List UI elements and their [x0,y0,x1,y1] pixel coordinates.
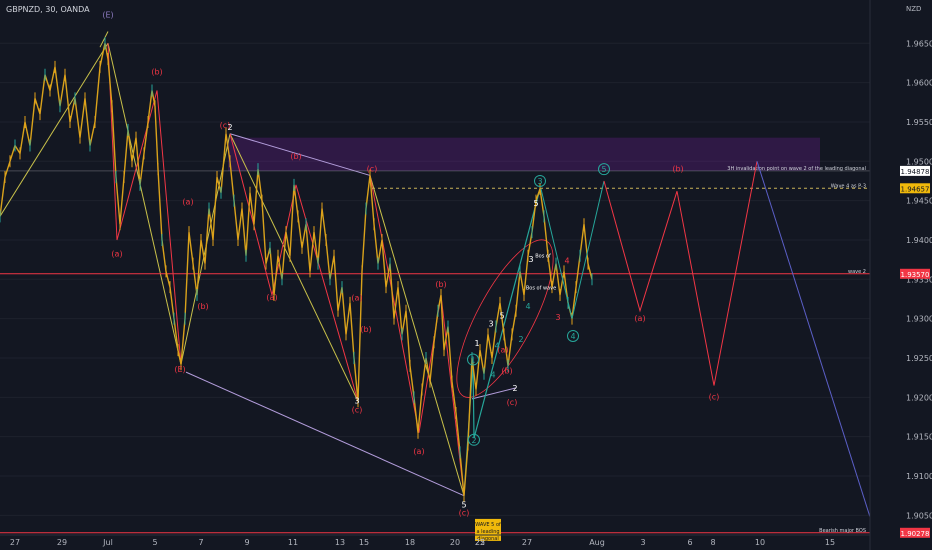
wave-label: 2 [227,123,232,132]
price-tag-label: 1.93570 [901,271,930,279]
wave-label: (c) [507,398,518,407]
horizontal-lines: 3H invalidation point on wave 2 of the l… [0,166,870,534]
wave-label: 4 [525,302,530,311]
x-tick-label: 7 [198,538,203,547]
projection-path [756,161,876,533]
chart-area: 3H invalidation point on wave 2 of the l… [0,0,932,550]
wave-label: 4 [564,257,569,266]
wave-label: (b) [360,325,371,334]
y-tick-label: 1.92000 [906,393,932,402]
horizontal-line-label: 3H invalidation point on wave 2 of the l… [727,166,866,172]
wave-label: 4 [490,371,495,380]
wave-label: (a) [634,314,645,323]
wave-label: (a) [266,293,277,302]
callout-text: a leading [476,529,499,535]
wave-label: 3 [528,255,533,264]
x-tick-label: 15 [825,538,835,547]
y-tick-label: 1.96500 [906,39,932,48]
wave-label: 2 [518,335,523,344]
chart-svg: 3H invalidation point on wave 2 of the l… [0,0,932,550]
x-tick-label: 9 [244,538,249,547]
wave-circle-label: 1 [470,356,475,365]
wave-label: (b) [501,367,512,376]
y-tick-label: 1.91500 [906,433,932,442]
x-tick-label: 3 [640,538,645,547]
wave-circle-label: 5 [601,165,606,174]
x-tick-label: 11 [288,538,298,547]
wave-label: (E) [174,365,185,374]
wave-label: (c) [459,508,470,517]
wave-label: (b) [151,68,162,77]
projection-paths [540,161,876,533]
x-tick-label: 18 [405,538,415,547]
y-tick-label: 1.94000 [906,236,932,245]
x-tick-label: 20 [450,538,460,547]
wave-circle-label: 2 [471,436,476,445]
x-tick-label: 25 [475,538,485,547]
wave-label: 3 [488,320,493,329]
wave-label: (b) [197,302,208,311]
price-tag-label: 1.94878 [901,168,930,176]
x-tick-label: 5 [152,538,157,547]
x-tick-label: 13 [335,538,345,547]
horizontal-line-label: Wave 4 as P-3 [831,183,866,189]
wave-label: (a) [111,249,122,258]
wave-circle-label: 3 [537,177,542,186]
y-tick-label: 1.94500 [906,197,932,206]
wave-label: (b) [672,165,683,174]
wave-label: 2 [512,384,517,393]
wave-label: 1 [474,339,479,348]
wave-circle-label: 4 [570,332,575,341]
wave-label: 3 [354,397,359,406]
wave-label: 5 [533,199,538,208]
y-tick-label: 1.92500 [906,354,932,363]
currency-label: NZD [906,5,921,13]
x-tick-label: 27 [522,538,532,547]
x-tick-label: 10 [755,538,765,547]
wave-label: (c) [367,165,378,174]
structure-line [229,133,359,402]
y-tick-label: 1.95000 [906,157,932,166]
wave-label: (b) [290,152,301,161]
x-tick-label: 29 [57,538,67,547]
text-annotation: Bos of wave [526,286,556,292]
y-tick-label: 1.90500 [906,511,932,520]
x-tick-label: Aug [589,538,605,547]
wave-label: (c) [709,393,720,402]
wave-label: (a) [182,198,193,207]
wave-label: 5 [461,500,466,509]
chart-title: GBPNZD, 30, OANDA [6,5,90,14]
x-tick-label: 6 [687,538,692,547]
price-tag-label: 1.94657 [901,185,930,193]
horizontal-line-label: wave 2 [848,269,866,275]
wave-label: (a) [413,447,424,456]
x-tick-label: 15 [359,538,369,547]
callout-text: WAVE 5 of [475,522,501,528]
wave-label: (b) [435,280,446,289]
wave-label: 4 [494,342,499,351]
horizontal-line-label: Bearish major BOS [819,528,866,534]
wave-label: (a) [351,294,362,303]
wave-label: 3 [555,313,560,322]
y-tick-label: 1.96000 [906,79,932,88]
wave-label: (E) [102,10,113,19]
y-tick-label: 1.93000 [906,315,932,324]
y-tick-label: 1.91000 [906,472,932,481]
x-tick-label: Jul [102,538,113,547]
x-tick-label: 8 [710,538,715,547]
text-annotation: Bos of [535,253,551,259]
y-tick-label: 1.95500 [906,118,932,127]
wave-label: 5 [499,312,504,321]
price-tag-label: 1.90278 [901,530,930,538]
x-tick-label: 27 [10,538,20,547]
projection-path [540,180,605,319]
wave-label: (c) [352,405,363,414]
